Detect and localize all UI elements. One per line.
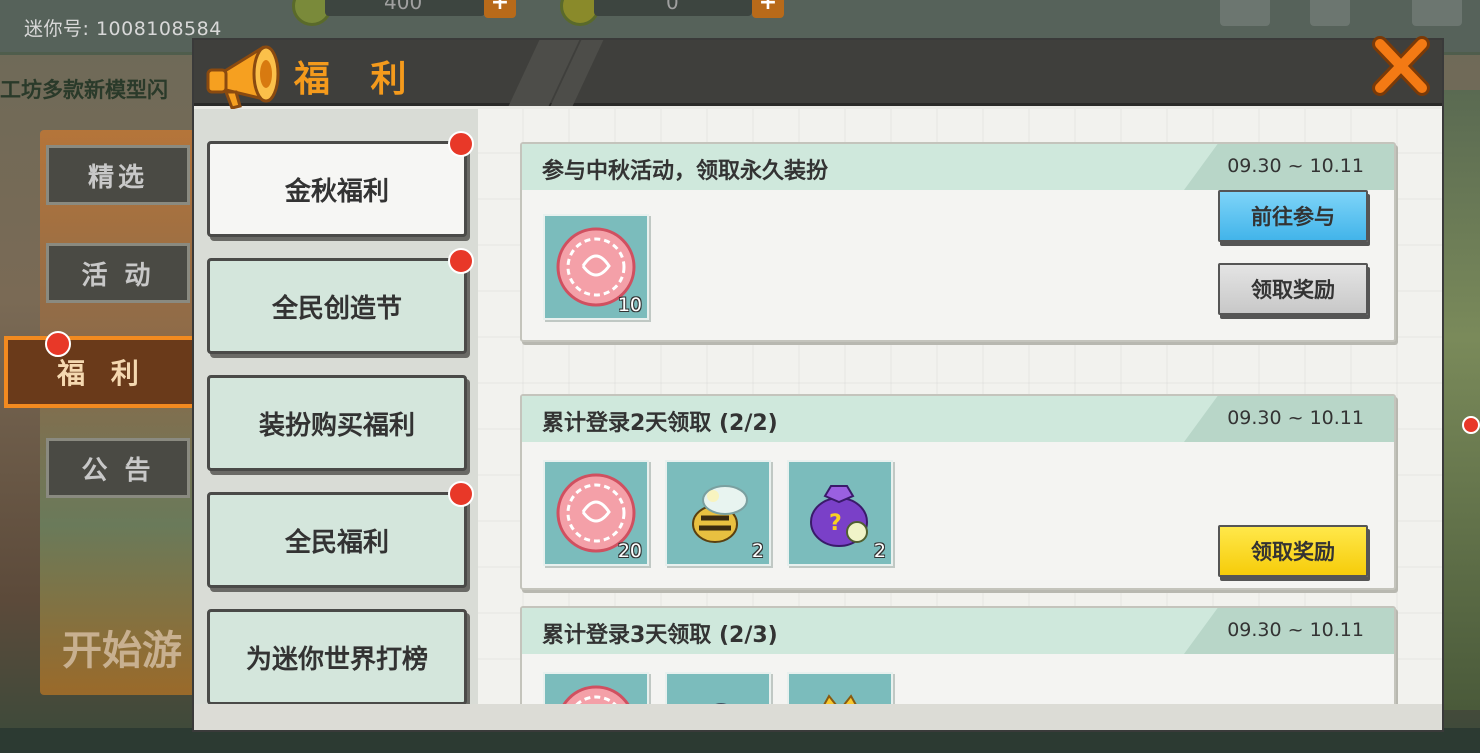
currency-value-2: 0 bbox=[666, 0, 679, 14]
card-date: 09.30 ~ 10.11 bbox=[1227, 155, 1364, 177]
reward-item[interactable]: 2 bbox=[665, 460, 771, 566]
side-tab-notice[interactable]: 公 告 bbox=[46, 438, 190, 498]
card-header: 累计登录3天领取 (2/3) 09.30 ~ 10.11 bbox=[522, 608, 1394, 654]
welfare-modal: 福 利 金秋福利 全民创造节 装扮购买福利 全民福利 为迷你世界打榜 参与中秋活… bbox=[194, 36, 1442, 730]
close-button[interactable] bbox=[1370, 34, 1432, 102]
category-creation-festival[interactable]: 全民创造节 bbox=[207, 258, 467, 354]
card-title: 累计登录3天领取 (2/3) bbox=[542, 623, 778, 648]
right-scenery bbox=[1440, 90, 1480, 710]
card-date: 09.30 ~ 10.11 bbox=[1227, 619, 1364, 641]
megaphone-icon bbox=[206, 45, 280, 110]
right-edge-badge bbox=[1462, 416, 1480, 434]
pause-icon[interactable] bbox=[1310, 0, 1350, 26]
category-badge bbox=[448, 481, 474, 507]
reward-card: 累计登录2天领取 (2/2) 09.30 ~ 10.11 20 2 ? 2 领取… bbox=[520, 394, 1396, 590]
news-marquee: 工坊多款新模型闪 bbox=[0, 78, 168, 102]
reward-item[interactable] bbox=[787, 672, 893, 704]
side-tab-featured[interactable]: 精选 bbox=[46, 145, 190, 205]
svg-text:?: ? bbox=[829, 511, 842, 536]
go-participate-button[interactable]: 前往参与 bbox=[1218, 190, 1368, 242]
card-title: 累计登录2天领取 (2/2) bbox=[542, 411, 778, 436]
side-tab-welfare[interactable]: 福 利 bbox=[4, 336, 200, 408]
category-vote-ranking[interactable]: 为迷你世界打榜 bbox=[207, 609, 467, 705]
card-date: 09.30 ~ 10.11 bbox=[1227, 407, 1364, 429]
item-count: 2 bbox=[751, 540, 764, 562]
mini-id-label: 迷你号: 1008108584 bbox=[24, 18, 222, 40]
reward-card: 参与中秋活动，领取永久装扮 09.30 ~ 10.11 10 前往参与 领取奖励 bbox=[520, 142, 1396, 342]
bottom-bar bbox=[0, 728, 1480, 753]
item-count: 10 bbox=[617, 294, 642, 316]
category-badge bbox=[448, 248, 474, 274]
mooncake-token-icon bbox=[562, 685, 630, 704]
reward-item[interactable]: ? 2 bbox=[787, 460, 893, 566]
currency-value-1: 400 bbox=[384, 0, 423, 14]
add-currency-button-1[interactable]: + bbox=[484, 0, 516, 18]
start-game-button[interactable]: 开始游 bbox=[62, 618, 196, 676]
menu-icon[interactable] bbox=[1412, 0, 1462, 26]
category-outfit-purchase[interactable]: 装扮购买福利 bbox=[207, 375, 467, 471]
item-count: 2 bbox=[873, 540, 886, 562]
reward-item[interactable] bbox=[543, 672, 649, 704]
gift-box-icon bbox=[823, 694, 857, 704]
modal-footer bbox=[194, 704, 1442, 730]
category-universal-welfare[interactable]: 全民福利 bbox=[207, 492, 467, 588]
side-tab-badge bbox=[45, 331, 71, 357]
side-tab-events[interactable]: 活 动 bbox=[46, 243, 190, 303]
item-count: 20 bbox=[617, 540, 642, 562]
side-panel bbox=[40, 130, 198, 695]
card-title: 参与中秋活动，领取永久装扮 bbox=[542, 159, 829, 184]
category-list: 金秋福利 全民创造节 装扮购买福利 全民福利 为迷你世界打榜 bbox=[194, 109, 478, 730]
card-header: 参与中秋活动，领取永久装扮 09.30 ~ 10.11 bbox=[522, 144, 1394, 190]
category-badge bbox=[448, 131, 474, 157]
star-icon[interactable] bbox=[1220, 0, 1270, 26]
reward-item[interactable]: 10 bbox=[543, 214, 649, 320]
claim-reward-button-disabled[interactable]: 领取奖励 bbox=[1218, 263, 1368, 315]
reward-item[interactable] bbox=[665, 672, 771, 704]
welfare-content[interactable]: 参与中秋活动，领取永久装扮 09.30 ~ 10.11 10 前往参与 领取奖励… bbox=[478, 109, 1442, 704]
modal-title: 福 利 bbox=[294, 59, 421, 100]
reward-item[interactable]: 20 bbox=[543, 460, 649, 566]
card-header: 累计登录2天领取 (2/2) 09.30 ~ 10.11 bbox=[522, 396, 1394, 442]
modal-header: 福 利 bbox=[194, 36, 1442, 110]
add-currency-button-2[interactable]: + bbox=[752, 0, 784, 18]
category-golden-autumn[interactable]: 金秋福利 bbox=[207, 141, 467, 237]
claim-reward-button[interactable]: 领取奖励 bbox=[1218, 525, 1368, 577]
blue-figure-icon bbox=[715, 703, 727, 704]
reward-card: 累计登录3天领取 (2/3) 09.30 ~ 10.11 bbox=[520, 606, 1396, 704]
